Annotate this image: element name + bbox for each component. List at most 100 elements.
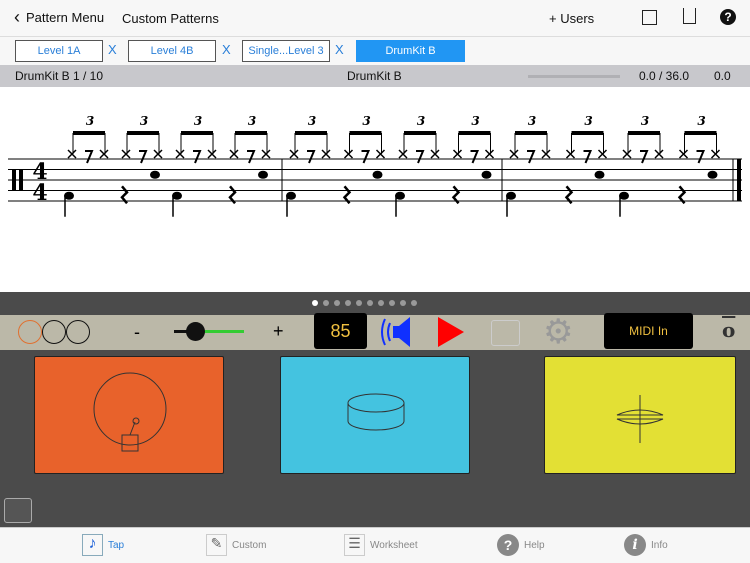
snare-note <box>258 170 268 179</box>
snare-note <box>150 170 160 179</box>
page-dot[interactable] <box>356 300 362 306</box>
page-dot[interactable] <box>345 300 351 306</box>
top-navigation-bar: ‹ Pattern Menu Custom Patterns + Users ? <box>0 0 750 37</box>
page-dot[interactable] <box>323 300 329 306</box>
page-dot[interactable] <box>378 300 384 306</box>
tab-label: Custom <box>232 539 267 551</box>
loop-icon[interactable] <box>491 320 520 346</box>
volume-up-button[interactable]: + <box>273 321 284 342</box>
hihat-note <box>99 149 109 159</box>
tuplet-number: 3 <box>86 114 94 128</box>
eighth-rest <box>193 150 202 164</box>
pattern-position: DrumKit B 1 / 10 <box>15 69 104 83</box>
close-tab-level-4b[interactable]: X <box>222 42 231 57</box>
eighth-rest <box>416 150 425 164</box>
percussion-clef <box>19 169 23 191</box>
page-dot[interactable] <box>389 300 395 306</box>
percussion-clef <box>12 169 16 191</box>
hihat-note <box>430 149 440 159</box>
bottom-tab-info[interactable]: i Info <box>624 534 668 556</box>
hihat-note <box>67 149 77 159</box>
bass-drum-icon <box>93 372 167 452</box>
tab-label: Worksheet <box>370 539 418 551</box>
snare-note <box>594 170 605 179</box>
hihat-note <box>654 149 664 159</box>
count-in-circles[interactable] <box>18 320 90 344</box>
hihat-note <box>375 149 386 159</box>
hihat-note <box>321 149 331 159</box>
tuplet-number: 3 <box>248 114 256 128</box>
bottom-tab-help[interactable]: ? Help <box>497 534 545 556</box>
tab-level-4b[interactable]: Level 4B <box>128 40 216 62</box>
back-button[interactable]: ‹ Pattern Menu <box>14 7 104 27</box>
tuplet-number: 3 <box>194 114 202 128</box>
snare-drum-pad[interactable] <box>280 356 470 474</box>
tab-level-1a[interactable]: Level 1A <box>15 40 103 62</box>
snare-drum-icon <box>347 393 405 431</box>
page-dot[interactable] <box>334 300 340 306</box>
tuplet-number: 3 <box>140 114 148 128</box>
help-circle-icon: ? <box>497 534 519 556</box>
add-users-button[interactable]: + Users <box>549 11 594 26</box>
hihat-note <box>597 149 608 159</box>
tab-drumkit-b[interactable]: DrumKit B <box>356 40 465 62</box>
chevron-left-icon: ‹ <box>14 7 20 27</box>
bottom-tab-worksheet[interactable]: ☰ Worksheet <box>344 534 418 556</box>
hihat-note <box>207 149 217 159</box>
midi-in-button[interactable]: MIDI In <box>604 313 693 349</box>
pencil-icon: ✎ <box>206 534 227 556</box>
play-icon[interactable] <box>437 316 465 348</box>
page-dot[interactable] <box>367 300 373 306</box>
tab-single-level-3[interactable]: Single...Level 3 <box>242 40 330 62</box>
hihat-note <box>541 149 551 159</box>
page-dot[interactable] <box>411 300 417 306</box>
eighth-rest <box>470 150 479 164</box>
hihat-note <box>565 149 576 159</box>
volume-slider[interactable] <box>174 322 244 341</box>
tab-label: Info <box>651 539 668 551</box>
tempo-display[interactable]: 85 <box>314 313 367 349</box>
hihat-note <box>121 149 131 159</box>
eighth-rest <box>527 150 536 164</box>
eighth-rest <box>696 150 705 164</box>
help-icon[interactable]: ? <box>720 9 736 25</box>
mixer-icon[interactable] <box>4 498 32 523</box>
metronome-sound-icon[interactable] <box>379 315 413 349</box>
tab-label: Tap <box>108 539 125 551</box>
kick-drum-pad[interactable] <box>34 356 224 474</box>
hihat-note <box>622 149 632 159</box>
page-indicator[interactable] <box>312 300 417 306</box>
bottom-tab-bar: ♪ Tap ✎ Custom ☰ Worksheet ? Help i Info <box>0 527 750 563</box>
page-dot[interactable] <box>400 300 406 306</box>
close-tab-level-1a[interactable]: X <box>108 42 117 57</box>
pattern-info-bar: DrumKit B 1 / 10 DrumKit B 0.0 / 36.0 0.… <box>0 65 750 87</box>
bottom-tab-custom[interactable]: ✎ Custom <box>206 534 266 556</box>
tuplet-number: 3 <box>584 114 592 128</box>
playback-progress-bar[interactable] <box>528 75 620 78</box>
list-icon: ☰ <box>344 534 365 556</box>
hihat-note <box>229 149 239 159</box>
control-toolbar: - + 85 ⚙ MIDI In o <box>0 313 750 350</box>
eighth-rest <box>307 150 316 164</box>
hihat-note <box>452 149 463 159</box>
hihat-icon <box>616 395 664 443</box>
close-tab-single-level-3[interactable]: X <box>335 42 344 57</box>
hihat-note <box>710 149 721 159</box>
notation-toggle-icon[interactable]: o <box>722 318 735 342</box>
eighth-rest <box>361 150 370 164</box>
share-icon[interactable] <box>683 8 696 24</box>
slider-thumb[interactable] <box>186 322 205 341</box>
settings-gear-icon[interactable]: ⚙ <box>543 315 573 349</box>
hihat-pad[interactable] <box>544 356 736 474</box>
eighth-rest <box>85 150 94 164</box>
tuplet-number: 3 <box>362 114 370 128</box>
volume-down-button[interactable]: - <box>134 322 140 343</box>
page-dot[interactable] <box>312 300 318 306</box>
pattern-name: DrumKit B <box>347 69 402 83</box>
eighth-rest <box>583 150 592 164</box>
edit-icon[interactable] <box>642 10 657 25</box>
playback-time: 0.0 / 36.0 <box>639 69 690 83</box>
hihat-note <box>398 149 408 159</box>
bottom-tab-tap[interactable]: ♪ Tap <box>82 534 124 556</box>
page-title: Custom Patterns <box>122 11 219 26</box>
